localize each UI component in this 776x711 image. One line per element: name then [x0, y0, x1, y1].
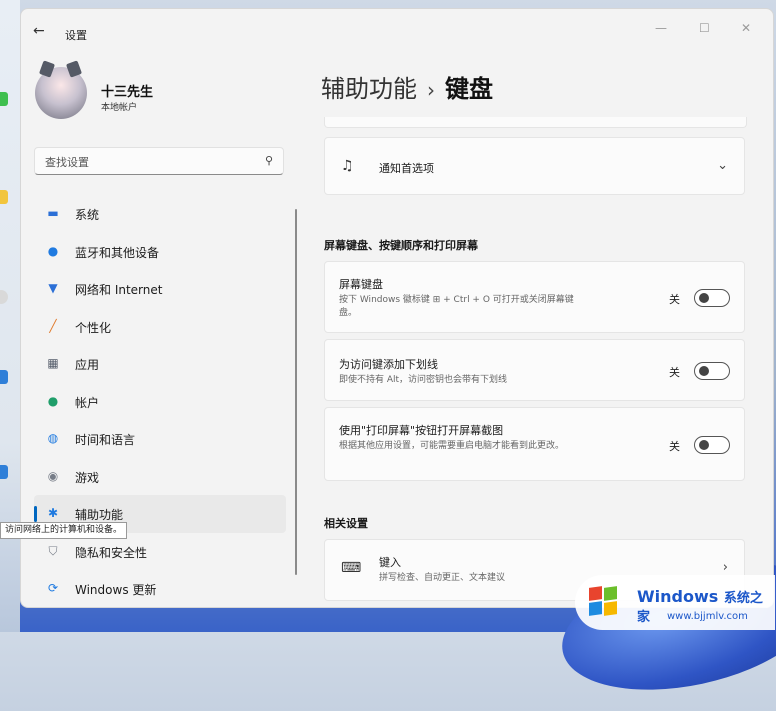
update-icon: ⟳: [47, 581, 59, 595]
sidebar-item-time-language[interactable]: ◍ 时间和语言: [34, 420, 286, 458]
sidebar-nav: ▬ 系统 ● 蓝牙和其他设备 ▼ 网络和 Internet ╱ 个性化 ▦ 应用…: [34, 195, 286, 607]
underline-access-keys-toggle[interactable]: [694, 362, 730, 380]
keyboard-icon: ⌨: [341, 560, 362, 576]
globe-clock-icon: ◍: [47, 431, 59, 445]
back-arrow-icon[interactable]: ←: [33, 23, 45, 39]
underline-access-keys-toggle-wrap: 关: [640, 362, 730, 382]
sidebar-item-label: 游戏: [75, 470, 100, 485]
breadcrumb: 辅助功能 › 键盘: [321, 69, 493, 104]
setting-description: 根据其他应用设置，可能需要重启电脑才能看到此更改。: [339, 441, 565, 451]
avatar[interactable]: [35, 60, 87, 119]
watermark-url: www.bjjmlv.com: [667, 611, 748, 622]
avatar-ear-right: [65, 60, 83, 78]
print-screen-toggle[interactable]: [694, 436, 730, 454]
watermark-brand-en: Windows: [637, 587, 719, 606]
setting-card-print-screen: 使用"打印屏幕"按钮打开屏幕截图 根据其他应用设置，可能需要重启电脑才能看到此更…: [324, 407, 745, 481]
sidebar-item-label: 应用: [75, 358, 100, 372]
typing-title: 键入: [379, 556, 401, 569]
chevron-right-icon[interactable]: ›: [723, 560, 728, 575]
accessibility-icon: ✱: [47, 506, 59, 520]
previous-card-edge: [324, 117, 747, 128]
breadcrumb-separator: ›: [427, 78, 435, 102]
sidebar-scrollbar[interactable]: [295, 209, 297, 575]
maximize-icon[interactable]: ☐: [699, 21, 710, 35]
title-bar: ← 设置 — ☐ ✕: [21, 9, 773, 49]
sidebar-item-bluetooth[interactable]: ● 蓝牙和其他设备: [34, 233, 286, 271]
notifications-card[interactable]: ♫ 通知首选项 ⌄: [324, 137, 745, 195]
desktop-blue-icon[interactable]: [0, 370, 8, 384]
toggle-knob: [699, 440, 709, 450]
setting-card-on-screen-keyboard: 屏幕键盘 按下 Windows 徽标键 ⊞ + Ctrl + O 可打开或关闭屏…: [324, 261, 745, 333]
sidebar-item-label: Windows 更新: [75, 583, 157, 597]
sidebar-item-label: 系统: [75, 208, 100, 222]
desktop-app-icon[interactable]: [0, 92, 8, 106]
toggle-state-label: 关: [669, 366, 680, 379]
on-screen-keyboard-toggle-wrap: 关: [640, 289, 730, 309]
main-content: 辅助功能 › 键盘 ♫ 通知首选项 ⌄ 屏幕键盘、按键顺序和打印屏幕 屏幕键盘 按下…: [321, 49, 751, 607]
setting-description: 按下 Windows 徽标键 ⊞ + Ctrl + O 可打开或关闭屏幕键盘。: [339, 295, 574, 318]
sidebar-item-windows-update[interactable]: ⟳ Windows 更新: [34, 570, 286, 607]
desktop-folder-icon[interactable]: [0, 190, 8, 204]
sidebar-item-apps[interactable]: ▦ 应用: [34, 345, 286, 383]
search-box[interactable]: ⚲: [34, 147, 284, 175]
bluetooth-icon: ●: [47, 243, 59, 258]
brush-icon: ╱: [49, 318, 57, 333]
chevron-down-icon[interactable]: ⌄: [717, 158, 728, 173]
sidebar-item-label: 隐私和安全性: [75, 545, 148, 560]
setting-description: 即使不持有 Alt，访问密钥也会带有下划线: [339, 375, 508, 385]
desktop-disc-icon[interactable]: [0, 290, 8, 304]
sidebar-item-network[interactable]: ▼ 网络和 Internet: [34, 270, 286, 308]
toggle-knob: [699, 293, 709, 303]
section-related-title: 相关设置: [324, 517, 368, 530]
avatar-ear-left: [38, 60, 56, 78]
person-icon: ●: [47, 393, 59, 408]
windows-logo-icon: [589, 586, 619, 617]
minimize-icon[interactable]: —: [655, 21, 667, 35]
sidebar-item-gaming[interactable]: ◉ 游戏: [34, 458, 286, 496]
toggle-state-label: 关: [669, 440, 680, 453]
gamepad-icon: ◉: [47, 468, 59, 483]
tooltip: 访问网络上的计算机和设备。: [0, 522, 128, 539]
breadcrumb-parent[interactable]: 辅助功能: [321, 75, 417, 103]
bell-icon: ♫: [341, 158, 354, 174]
notifications-title: 通知首选项: [379, 162, 434, 175]
sidebar-item-label: 网络和 Internet: [75, 283, 163, 297]
sidebar-item-system[interactable]: ▬ 系统: [34, 195, 286, 233]
wifi-icon: ▼: [48, 281, 58, 295]
section-keyboard-title: 屏幕键盘、按键顺序和打印屏幕: [324, 239, 478, 252]
shield-icon: ⛉: [48, 543, 58, 558]
setting-card-underline-access-keys: 为访问键添加下划线 即使不持有 Alt，访问密钥也会带有下划线 关: [324, 339, 745, 401]
watermark: Windows 系统之家 www.bjjmlv.com: [575, 575, 775, 630]
page-title: 键盘: [445, 75, 493, 103]
sidebar-item-label: 蓝牙和其他设备: [75, 245, 160, 260]
sidebar-item-label: 个性化: [75, 320, 112, 335]
sidebar-item-accounts[interactable]: ● 帐户: [34, 383, 286, 421]
toggle-state-label: 关: [669, 293, 680, 306]
window-title: 设置: [65, 29, 87, 42]
monitor-icon: ▬: [47, 206, 59, 220]
setting-title: 为访问键添加下划线: [339, 358, 438, 371]
toggle-knob: [699, 366, 709, 376]
sidebar-item-label: 时间和语言: [75, 433, 136, 447]
sidebar-item-label: 辅助功能: [75, 508, 124, 522]
sidebar-item-label: 帐户: [75, 395, 100, 410]
search-icon[interactable]: ⚲: [265, 154, 273, 167]
apps-icon: ▦: [47, 356, 59, 370]
print-screen-toggle-wrap: 关: [640, 436, 730, 456]
on-screen-keyboard-toggle[interactable]: [694, 289, 730, 307]
profile-account-type: 本地帐户: [101, 103, 138, 113]
search-input[interactable]: [43, 152, 247, 172]
desktop-blue-icon-2[interactable]: [0, 465, 8, 479]
close-icon[interactable]: ✕: [741, 21, 751, 35]
profile-name: 十三先生: [101, 85, 154, 100]
setting-title: 屏幕键盘: [339, 278, 383, 291]
settings-window: ← 设置 — ☐ ✕ 十三先生 本地帐户 ⚲ ▬ 系统 ● 蓝牙和其他设备 ▼ …: [20, 8, 774, 608]
setting-title: 使用"打印屏幕"按钮打开屏幕截图: [339, 424, 504, 437]
sidebar-item-personalization[interactable]: ╱ 个性化: [34, 308, 286, 346]
